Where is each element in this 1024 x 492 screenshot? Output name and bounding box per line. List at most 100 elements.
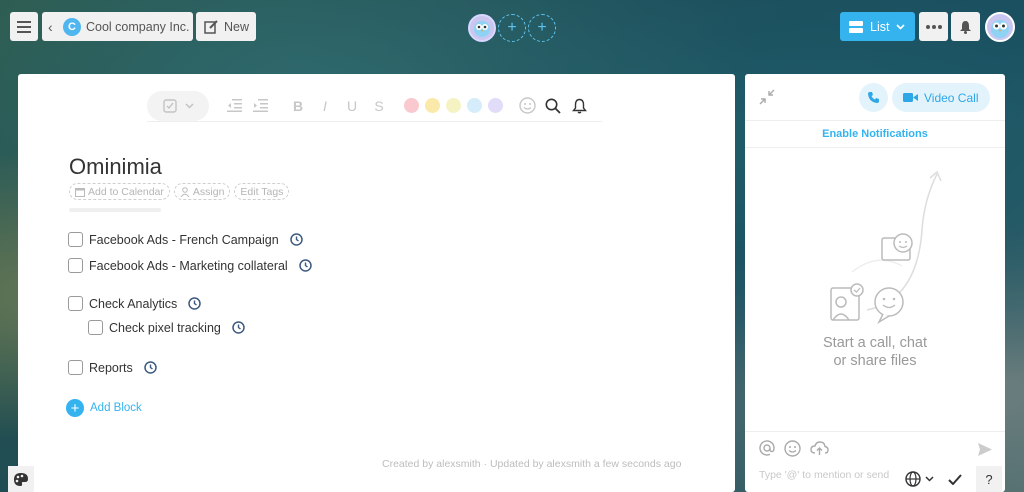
language-selector[interactable] bbox=[905, 471, 934, 487]
task-checkbox[interactable] bbox=[88, 320, 103, 335]
mention-icon[interactable] bbox=[759, 440, 775, 456]
phone-icon bbox=[868, 92, 879, 103]
clock-icon[interactable] bbox=[289, 233, 303, 246]
palette-icon bbox=[14, 472, 28, 486]
document-meta: Add to Calendar Assign Edit Tags bbox=[69, 183, 290, 200]
collapse-icon[interactable] bbox=[759, 89, 775, 105]
video-call-label: Video Call bbox=[924, 90, 979, 105]
italic-button[interactable]: I bbox=[318, 98, 332, 114]
smiley-icon bbox=[519, 97, 536, 114]
assign-chip[interactable]: Assign bbox=[173, 183, 231, 200]
bell-icon bbox=[572, 98, 587, 113]
task-item: Check Analytics bbox=[68, 296, 201, 311]
task-checkbox[interactable] bbox=[68, 232, 83, 247]
empty-line-2: or share files bbox=[833, 353, 917, 369]
checklist-dropdown[interactable] bbox=[147, 90, 209, 121]
task-item: Facebook Ads - Marketing collateral bbox=[68, 258, 312, 273]
chevron-left-icon: ‹ bbox=[48, 18, 53, 35]
clock-icon[interactable] bbox=[232, 321, 245, 334]
help-button[interactable]: ? bbox=[976, 466, 1002, 492]
video-call-button[interactable]: Video Call bbox=[892, 83, 990, 112]
clock-icon[interactable] bbox=[144, 361, 157, 374]
color-swatch[interactable] bbox=[404, 98, 419, 113]
chevron-down-icon bbox=[896, 23, 906, 30]
document-panel: B I U S Ominimia Add to Calendar Assign bbox=[18, 74, 735, 492]
color-swatch[interactable] bbox=[446, 98, 461, 113]
color-swatch[interactable] bbox=[467, 98, 482, 113]
chat-illustration bbox=[830, 170, 942, 324]
view-list-button[interactable]: List bbox=[840, 12, 915, 41]
send-icon[interactable] bbox=[977, 442, 993, 457]
task-label[interactable]: Reports bbox=[89, 361, 133, 375]
dark-mode-button[interactable] bbox=[40, 466, 66, 492]
more-button[interactable] bbox=[919, 12, 948, 41]
task-checkbox[interactable] bbox=[68, 296, 83, 311]
menu-button[interactable] bbox=[10, 12, 38, 41]
upload-cloud-icon[interactable] bbox=[810, 440, 829, 456]
emoji-icon[interactable] bbox=[784, 440, 801, 457]
color-swatches bbox=[404, 98, 509, 113]
more-dots-icon bbox=[925, 24, 942, 29]
owl-icon bbox=[474, 21, 490, 37]
strikethrough-button[interactable]: S bbox=[372, 98, 386, 114]
outdent-icon bbox=[226, 99, 242, 112]
chat-empty-state: Start a call, chat or share files bbox=[745, 334, 1005, 370]
bottom-right-tools: ? bbox=[905, 466, 1002, 492]
add-member-button[interactable]: + bbox=[528, 14, 556, 42]
edit-tags-chip[interactable]: Edit Tags bbox=[234, 183, 290, 200]
hamburger-icon bbox=[17, 20, 31, 33]
emoji-button[interactable] bbox=[519, 97, 536, 114]
reminder-button[interactable] bbox=[572, 98, 587, 114]
audio-call-button[interactable] bbox=[859, 83, 888, 112]
color-swatch[interactable] bbox=[425, 98, 440, 113]
task-label[interactable]: Facebook Ads - French Campaign bbox=[89, 233, 279, 247]
document-title[interactable]: Ominimia bbox=[69, 154, 162, 180]
bold-button[interactable]: B bbox=[291, 98, 305, 114]
add-block-button[interactable]: + Add Block bbox=[66, 399, 142, 417]
bell-icon bbox=[960, 20, 971, 34]
member-avatars: + + bbox=[468, 14, 556, 42]
task-item: Check pixel tracking bbox=[88, 320, 245, 335]
color-swatch[interactable] bbox=[488, 98, 503, 113]
add-member-button[interactable]: + bbox=[498, 14, 526, 42]
person-icon bbox=[180, 186, 190, 197]
task-checkbox[interactable] bbox=[68, 258, 83, 273]
clock-icon[interactable] bbox=[188, 297, 201, 310]
task-label[interactable]: Facebook Ads - Marketing collateral bbox=[89, 259, 288, 273]
enable-notifications-link[interactable]: Enable Notifications bbox=[745, 121, 1005, 148]
chat-message-input[interactable]: Type '@' to mention or send bbox=[759, 469, 889, 481]
task-item: Facebook Ads - French Campaign bbox=[68, 232, 303, 247]
task-checkbox[interactable] bbox=[68, 360, 83, 375]
empty-line-1: Start a call, chat bbox=[823, 335, 927, 351]
edit-tags-label: Edit Tags bbox=[240, 185, 284, 198]
owl-avatar-icon bbox=[985, 12, 1015, 42]
indent-icon bbox=[252, 99, 268, 112]
clock-icon[interactable] bbox=[298, 259, 312, 272]
user-avatar[interactable] bbox=[985, 12, 1015, 42]
chevron-down-icon bbox=[184, 102, 194, 109]
plus-circle-icon: + bbox=[66, 399, 84, 417]
theme-button[interactable] bbox=[8, 466, 34, 492]
new-label: New bbox=[224, 19, 250, 34]
company-switcher[interactable]: ‹ C Cool company Inc. bbox=[42, 12, 193, 41]
task-item: Reports bbox=[68, 360, 157, 375]
add-block-label: Add Block bbox=[90, 402, 142, 414]
task-label[interactable]: Check pixel tracking bbox=[109, 321, 221, 335]
plus-icon: + bbox=[507, 19, 517, 36]
chat-header: Video Call bbox=[745, 74, 1005, 121]
add-to-calendar-label: Add to Calendar bbox=[88, 185, 164, 198]
member-avatar[interactable] bbox=[468, 14, 496, 42]
add-to-calendar-chip[interactable]: Add to Calendar bbox=[69, 183, 170, 200]
video-camera-icon bbox=[903, 93, 918, 102]
new-button[interactable]: New bbox=[196, 12, 256, 41]
search-button[interactable] bbox=[545, 98, 561, 114]
indent-button[interactable] bbox=[251, 99, 269, 112]
outdent-button[interactable] bbox=[225, 99, 243, 112]
underline-button[interactable]: U bbox=[345, 98, 359, 114]
document-footer: Created by alexsmith · Updated by alexsm… bbox=[382, 458, 682, 470]
notifications-button[interactable] bbox=[951, 12, 980, 41]
confirm-button[interactable] bbox=[942, 466, 968, 492]
question-mark-icon: ? bbox=[985, 471, 993, 487]
task-label[interactable]: Check Analytics bbox=[89, 297, 177, 311]
calendar-icon bbox=[75, 187, 85, 197]
